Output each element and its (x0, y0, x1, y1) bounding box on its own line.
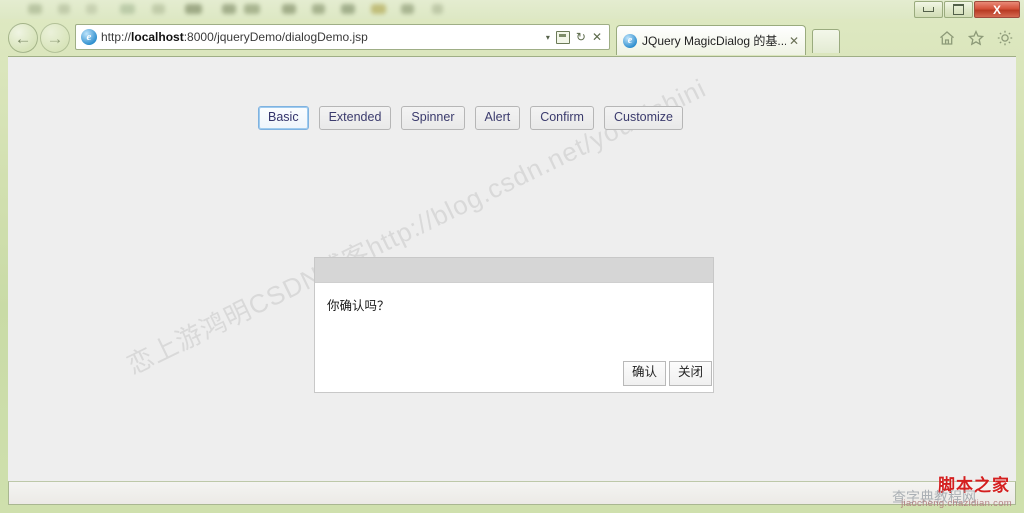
favorites-star-icon[interactable] (967, 29, 985, 47)
demo-button-customize[interactable]: Customize (603, 106, 684, 130)
browser-toolbar-icons (938, 29, 1014, 47)
demo-button-basic[interactable]: Basic (258, 106, 309, 130)
maximize-icon (953, 4, 964, 15)
dialog-confirm-button[interactable]: 确认 (622, 361, 666, 386)
back-arrow-icon: ← (14, 28, 32, 48)
address-dropdown-icon[interactable]: ▾ (546, 33, 550, 42)
address-bar[interactable]: e http://localhost:8000/jqueryDemo/dialo… (75, 24, 610, 50)
window-controls: X (913, 1, 1020, 18)
close-window-button[interactable]: X (974, 1, 1020, 18)
confirm-dialog: 你确认吗？ 确认 关闭 (314, 257, 714, 393)
ie-favicon-icon: e (81, 29, 97, 45)
url-path: :8000/jqueryDemo/dialogDemo.jsp (183, 30, 368, 44)
url-host: localhost (131, 30, 184, 44)
demo-button-confirm[interactable]: Confirm (530, 106, 594, 130)
tab-favicon-icon: e (623, 33, 637, 48)
refresh-icon[interactable]: ↻ (576, 30, 586, 44)
close-icon: X (992, 2, 1001, 17)
forward-button[interactable]: → (40, 23, 70, 53)
dialog-message: 你确认吗？ (327, 299, 390, 313)
minimize-icon (923, 7, 934, 12)
tab-title: JQuery MagicDialog 的基... (642, 34, 786, 48)
back-button[interactable]: ← (8, 23, 38, 53)
tab-active[interactable]: e JQuery MagicDialog 的基... ✕ (616, 25, 806, 55)
dialog-title-bar[interactable] (315, 258, 713, 283)
url-text[interactable]: http://localhost:8000/jqueryDemo/dialogD… (101, 30, 546, 44)
url-scheme: http:// (101, 30, 132, 44)
navigation-bar: ← → e http://localhost:8000/jqueryDemo/d… (0, 19, 1024, 56)
dialog-close-button[interactable]: 关闭 (668, 361, 712, 386)
settings-gear-icon[interactable] (996, 29, 1014, 47)
dialog-footer: 确认 关闭 (315, 355, 713, 392)
new-tab-button[interactable] (812, 29, 840, 53)
demo-button-alert[interactable]: Alert (474, 106, 521, 130)
status-bar (8, 481, 1016, 505)
maximize-button[interactable] (944, 1, 973, 18)
forward-arrow-icon: → (46, 28, 64, 48)
home-icon[interactable] (938, 29, 956, 47)
dialog-body: 你确认吗？ (315, 283, 713, 355)
stop-icon[interactable]: ✕ (592, 30, 602, 44)
demo-button-spinner[interactable]: Spinner (401, 106, 465, 130)
demo-button-row: Basic Extended Spinner Alert Confirm Cus… (258, 106, 684, 130)
back-forward-group: ← → (8, 23, 70, 53)
page-viewport: 恋上游鸿明CSDN博客http://blog.csdn.net/youqishi… (8, 56, 1016, 482)
favorites-bar-blurred[interactable] (0, 0, 1024, 19)
compatibility-view-icon[interactable] (555, 30, 570, 44)
tab-close-icon[interactable]: ✕ (786, 34, 799, 48)
minimize-button[interactable] (914, 1, 943, 18)
demo-button-extended[interactable]: Extended (318, 106, 392, 130)
address-bar-icons: ▾ ↻ ✕ (546, 30, 609, 44)
tab-strip: e JQuery MagicDialog 的基... ✕ (616, 22, 806, 55)
browser-window: X ← → e http://localhost:8000/jqueryDemo… (0, 0, 1024, 513)
